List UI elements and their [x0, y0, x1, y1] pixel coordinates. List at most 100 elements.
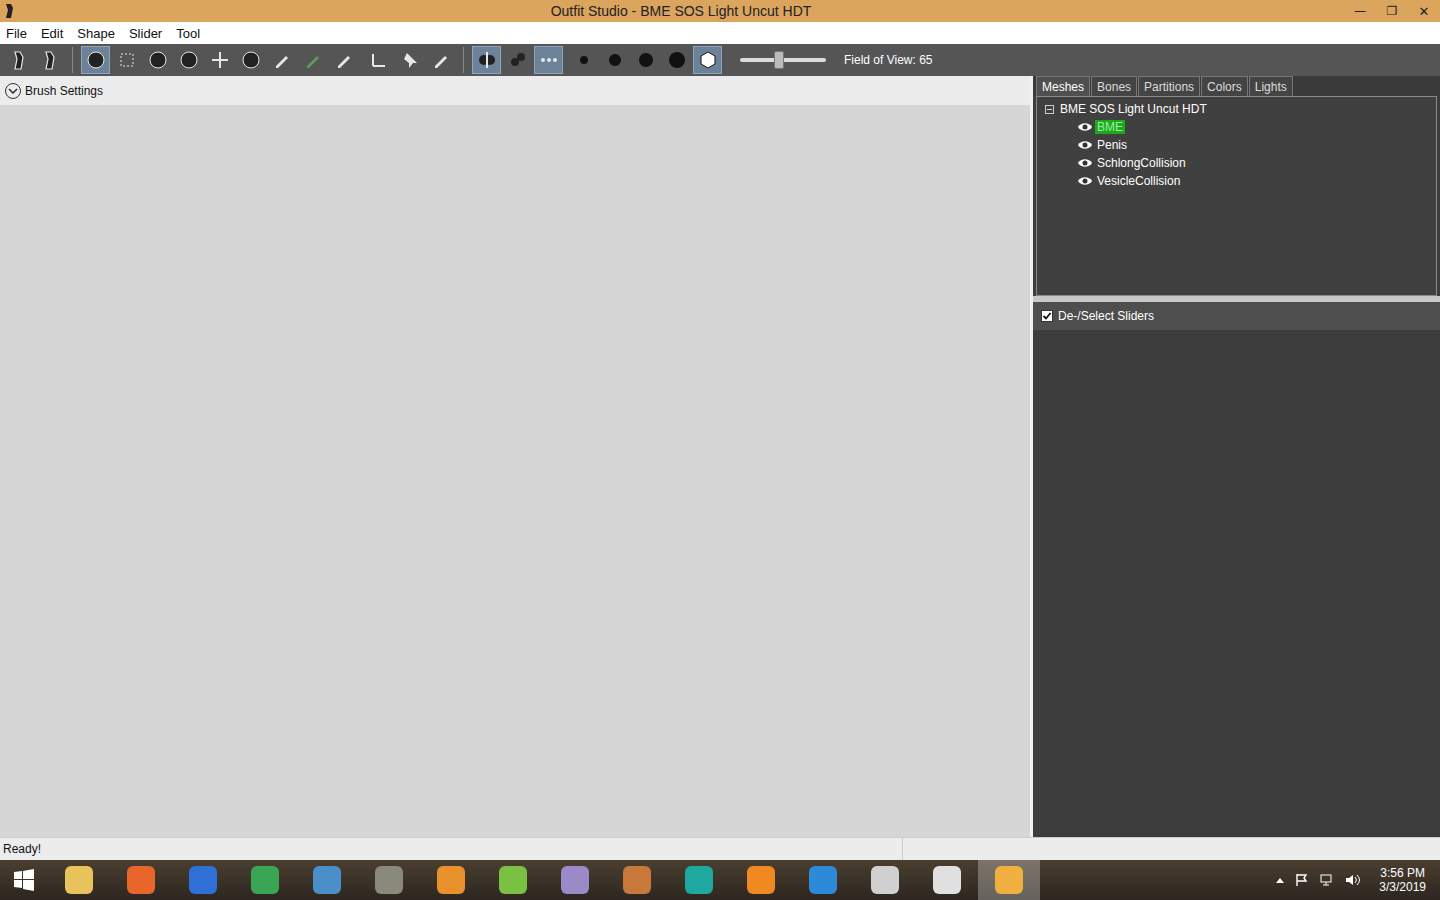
- tool-button[interactable]: [569, 46, 598, 74]
- tool-button[interactable]: [205, 46, 234, 74]
- toolbar-group: [569, 46, 722, 74]
- toolbar-group: [472, 46, 563, 74]
- tool-button[interactable]: [395, 46, 424, 74]
- panel-tab[interactable]: Colors: [1201, 76, 1248, 96]
- tool-button[interactable]: [426, 46, 455, 74]
- menu-item[interactable]: Edit: [41, 26, 63, 41]
- tool-button[interactable]: [298, 46, 327, 74]
- chevron-icon[interactable]: [5, 83, 21, 99]
- panel-tab[interactable]: Bones: [1091, 76, 1137, 96]
- window-control-button[interactable]: ✕: [1408, 4, 1440, 19]
- select-icon: [116, 49, 138, 71]
- tool-button[interactable]: [35, 46, 64, 74]
- mesh-row[interactable]: VesicleCollision: [1045, 172, 1428, 190]
- eye-icon[interactable]: [1077, 157, 1093, 169]
- taskbar-app[interactable]: [978, 860, 1040, 900]
- tool-button[interactable]: [600, 46, 629, 74]
- window-control-button[interactable]: —: [1344, 4, 1376, 18]
- tool-button[interactable]: [112, 46, 141, 74]
- taskbar-app[interactable]: [296, 860, 358, 900]
- panel-tab[interactable]: Partitions: [1138, 76, 1200, 96]
- window-control-button[interactable]: ❐: [1376, 4, 1408, 18]
- eye-icon[interactable]: [1077, 175, 1093, 187]
- tool-button[interactable]: [364, 46, 393, 74]
- tool-button[interactable]: [236, 46, 265, 74]
- menu-item[interactable]: Tool: [176, 26, 200, 41]
- taskbar-app[interactable]: [544, 860, 606, 900]
- taskbar-app[interactable]: [668, 860, 730, 900]
- panel-tabs: MeshesBonesPartitionsColorsLights: [1033, 76, 1440, 96]
- taskbar-app[interactable]: [234, 860, 296, 900]
- sliders-header: De-/Select Sliders: [1033, 302, 1440, 330]
- taskbar-app[interactable]: [420, 860, 482, 900]
- app-icon: [375, 866, 403, 894]
- dot-lg-icon: [635, 49, 657, 71]
- fov-slider[interactable]: [740, 58, 826, 62]
- tool-button[interactable]: [631, 46, 660, 74]
- system-tray: 3:56 PM3/3/2019: [1275, 866, 1440, 894]
- tool-button[interactable]: [534, 46, 563, 74]
- app-icon: [809, 866, 837, 894]
- tool-button[interactable]: [503, 46, 532, 74]
- collapse-icon[interactable]: [1045, 105, 1054, 114]
- taskbar-app[interactable]: [730, 860, 792, 900]
- flag-icon[interactable]: [1295, 873, 1309, 887]
- mesh-tree: BME SOS Light Uncut HDTBMEPenisSchlongCo…: [1036, 96, 1437, 296]
- taskbar-app[interactable]: [606, 860, 668, 900]
- eye-icon[interactable]: [1077, 121, 1093, 133]
- menu-item[interactable]: Shape: [77, 26, 115, 41]
- panel-tab[interactable]: Lights: [1249, 76, 1293, 96]
- network-icon[interactable]: [1319, 873, 1335, 887]
- taskbar-app[interactable]: [358, 860, 420, 900]
- mesh-row[interactable]: SchlongCollision: [1045, 154, 1428, 172]
- taskbar-app[interactable]: [916, 860, 978, 900]
- start-button[interactable]: [0, 869, 48, 891]
- speaker-icon[interactable]: [1345, 873, 1361, 887]
- dot-md-icon: [604, 49, 626, 71]
- panel-tab[interactable]: Meshes: [1036, 76, 1090, 96]
- app-icon: [65, 866, 93, 894]
- taskbar-app[interactable]: [792, 860, 854, 900]
- eye-icon[interactable]: [1077, 139, 1093, 151]
- app-icon: [623, 866, 651, 894]
- fov-slider-thumb[interactable]: [774, 51, 784, 69]
- toolbar-group: [364, 46, 455, 74]
- menu-item[interactable]: File: [6, 26, 27, 41]
- menu-item[interactable]: Slider: [129, 26, 162, 41]
- move-icon: [209, 49, 231, 71]
- brush-icon: [85, 49, 107, 71]
- app-icon: [0, 3, 18, 19]
- tool-button[interactable]: [329, 46, 358, 74]
- taskbar-app[interactable]: [854, 860, 916, 900]
- cube-icon: [697, 49, 719, 71]
- mesh-row[interactable]: Penis: [1045, 136, 1428, 154]
- mesh-row[interactable]: BME: [1045, 118, 1428, 136]
- chevron-up-icon[interactable]: [1275, 876, 1285, 884]
- taskbar: 3:56 PM3/3/2019: [0, 860, 1440, 900]
- brush-settings-bar[interactable]: Brush Settings: [0, 76, 1030, 105]
- title-bar: Outfit Studio - BME SOS Light Uncut HDT—…: [0, 0, 1440, 22]
- tool-button[interactable]: [174, 46, 203, 74]
- toolbar: Field of View: 65: [0, 44, 1440, 76]
- tool-button[interactable]: [143, 46, 172, 74]
- 3d-viewport[interactable]: [0, 105, 1030, 837]
- tool-button[interactable]: [81, 46, 110, 74]
- tree-root[interactable]: BME SOS Light Uncut HDT: [1045, 100, 1428, 118]
- tool-button[interactable]: [662, 46, 691, 74]
- menu-bar: File Edit Shape Slider Tool: [0, 22, 1440, 44]
- pin-icon: [399, 49, 421, 71]
- tool-button[interactable]: [267, 46, 296, 74]
- tool-button[interactable]: [472, 46, 501, 74]
- tool-button[interactable]: [4, 46, 33, 74]
- connected-icon: [507, 49, 529, 71]
- taskbar-app[interactable]: [482, 860, 544, 900]
- taskbar-app[interactable]: [110, 860, 172, 900]
- taskbar-app[interactable]: [172, 860, 234, 900]
- select-sliders-checkbox[interactable]: [1041, 310, 1053, 322]
- window-title: Outfit Studio - BME SOS Light Uncut HDT: [18, 3, 1344, 19]
- clock[interactable]: 3:56 PM3/3/2019: [1379, 866, 1426, 894]
- windows-icon[interactable]: [13, 869, 35, 891]
- tool-button[interactable]: [693, 46, 722, 74]
- taskbar-app[interactable]: [48, 860, 110, 900]
- app-window: Outfit Studio - BME SOS Light Uncut HDT—…: [0, 0, 1440, 900]
